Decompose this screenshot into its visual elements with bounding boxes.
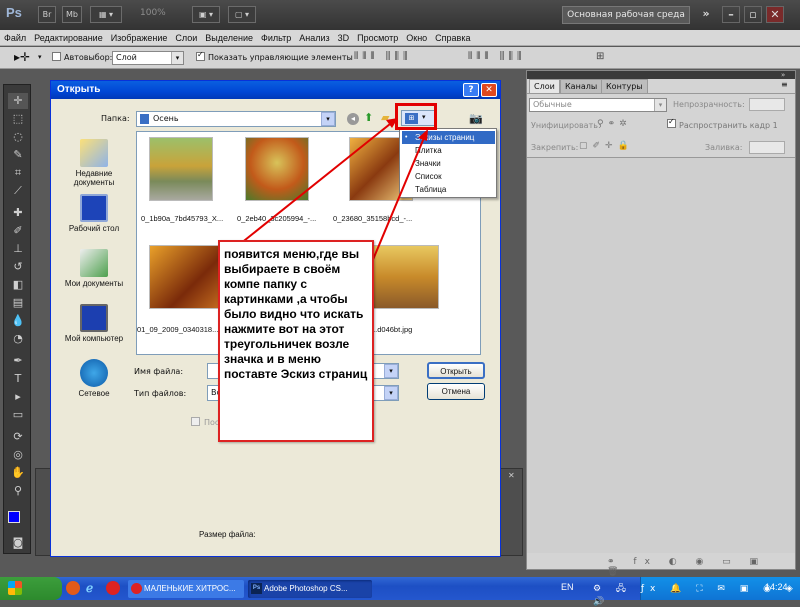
language-indicator[interactable]: EN [561,582,574,592]
system-tray: EN ⚙ 🖧 ƒx 🔔 ⛶ ✉ ▣ ◉ ◈ 🔊 14:24 [561,577,800,607]
annotation-arrows [239,118,428,263]
opera-small-icon [131,583,142,594]
photoshop-small-icon: Ps [251,583,262,594]
clock[interactable]: 14:24 [765,582,788,592]
firefox-icon[interactable] [66,581,80,595]
opera-icon[interactable] [106,581,120,595]
annotation-note: появится меню,где вы выбираете в своём к… [218,240,374,442]
taskbar-item-photoshop[interactable]: Adobe Photoshop CS... [248,580,372,598]
annotation-arrow-2 [371,132,427,263]
start-button[interactable] [0,577,62,600]
taskbar-item-browser[interactable]: МАЛЕНЬКИЕ ХИТРОС... [128,580,244,598]
windows-logo-icon [8,581,22,595]
annotation-arrow-1 [239,119,396,245]
annotation-arrowhead-2 [418,129,428,141]
ie-icon[interactable]: ℯ [86,581,93,595]
